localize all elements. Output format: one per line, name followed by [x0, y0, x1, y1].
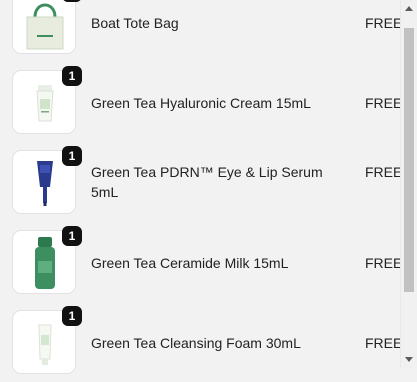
item-price: FREE: [365, 164, 403, 180]
scrollbar-thumb[interactable]: [404, 28, 414, 292]
scroll-down-arrow-icon[interactable]: [405, 357, 413, 362]
cart-item[interactable]: 1 Boat Tote Bag FREE: [0, 0, 403, 62]
quantity-badge: 1: [62, 306, 82, 326]
quantity-badge: 1: [62, 226, 82, 246]
item-price: FREE: [365, 255, 403, 271]
tote-bag-icon: [12, 0, 76, 54]
quantity-badge: 1: [62, 66, 82, 86]
cart-item[interactable]: 1 Green Tea Ceramide Milk 15mL FREE: [0, 222, 403, 302]
item-name: Boat Tote Bag: [91, 15, 179, 31]
item-name: Green Tea PDRN™ Eye & Lip Serum 5mL: [91, 164, 323, 200]
cart-item[interactable]: 1 Green Tea Cleansing Foam 30mL FREE: [0, 302, 403, 382]
cart-item-list: 1 Boat Tote Bag FREE 1 Green Tea Hyaluro…: [0, 0, 403, 374]
cart-item[interactable]: 1 Green Tea PDRN™ Eye & Lip Serum 5mL FR…: [0, 142, 403, 222]
item-price: FREE: [365, 95, 403, 111]
item-price: FREE: [365, 335, 403, 351]
item-price: FREE: [365, 15, 403, 31]
item-name: Green Tea Ceramide Milk 15mL: [91, 255, 289, 271]
item-name: Green Tea Hyaluronic Cream 15mL: [91, 95, 311, 111]
vertical-scrollbar[interactable]: [400, 0, 417, 368]
quantity-badge: 1: [62, 146, 82, 166]
item-name: Green Tea Cleansing Foam 30mL: [91, 335, 301, 351]
scroll-up-arrow-icon[interactable]: [405, 6, 413, 11]
cart-item[interactable]: 1 Green Tea Hyaluronic Cream 15mL FREE: [0, 62, 403, 142]
